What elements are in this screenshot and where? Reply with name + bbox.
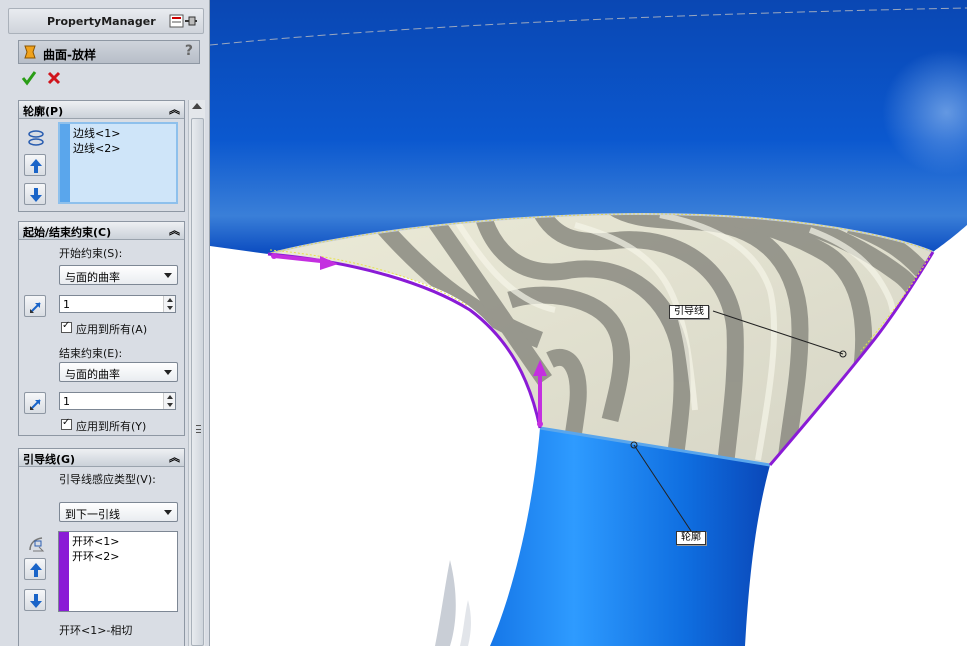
guide-color-stripe (59, 532, 69, 611)
list-item[interactable]: 开环<1> (72, 534, 119, 549)
constraints-group-header[interactable]: 起始/结束约束(C) ︽ (19, 222, 184, 240)
chevron-down-icon (164, 273, 172, 278)
guide-curve-icon (24, 532, 46, 554)
profiles-list[interactable]: 边线<1> 边线<2> (58, 122, 178, 204)
graphics-viewport[interactable]: 引导线 轮廓 (210, 0, 967, 646)
start-apply-all-checkbox[interactable] (61, 320, 72, 333)
start-tangent-length-value: 1 (63, 298, 70, 311)
move-down-button[interactable] (24, 183, 46, 205)
end-constraint-value: 与面的曲率 (65, 368, 120, 381)
guide-curves-list[interactable]: 开环<1> 开环<2> (58, 531, 178, 612)
guide-influence-select[interactable]: 到下一引线 (59, 502, 178, 522)
property-manager-header: PropertyManager (8, 8, 204, 34)
lower-neck-face[interactable] (490, 428, 770, 646)
start-apply-all-label: 应用到所有(A) (76, 323, 148, 336)
end-constraint-select[interactable]: 与面的曲率 (59, 362, 178, 382)
guide-influence-value: 到下一引线 (65, 508, 120, 521)
scrollbar-thumb[interactable] (191, 118, 204, 646)
move-up-button[interactable] (24, 154, 46, 176)
end-tangent-length-value: 1 (63, 395, 70, 408)
end-apply-all-checkbox[interactable] (61, 417, 72, 430)
profiles-group-header[interactable]: 轮廓(P) ︽ (19, 101, 184, 119)
chevron-down-icon (164, 370, 172, 375)
collapse-chevron-icon[interactable]: ︽ (169, 101, 180, 119)
profile-callout[interactable]: 轮廓 (676, 531, 706, 545)
list-item[interactable]: 边线<1> (73, 126, 120, 141)
spinner-arrows-icon[interactable] (163, 393, 175, 409)
reverse-direction-button[interactable] (24, 392, 46, 414)
start-constraint-select[interactable]: 与面的曲率 (59, 265, 178, 285)
guide-curve-callout[interactable]: 引导线 (669, 305, 709, 319)
start-constraint-label: 开始约束(S): (59, 247, 123, 260)
end-apply-all-label: 应用到所有(Y) (76, 420, 147, 433)
help-icon[interactable]: ? (185, 43, 193, 59)
chevron-down-icon (164, 510, 172, 515)
selected-guide-label: 开环<1>-相切 (59, 624, 133, 637)
constraints-group-title: 起始/结束约束(C) (23, 226, 112, 239)
move-down-button[interactable] (24, 589, 46, 611)
profiles-group-title: 轮廓(P) (23, 105, 64, 118)
end-tangent-length-input[interactable]: 1 (59, 392, 176, 410)
collapse-chevron-icon[interactable]: ︽ (169, 449, 180, 467)
feature-title-bar: 曲面-放样 ? (18, 40, 200, 64)
profile-color-stripe (60, 124, 70, 202)
cancel-button[interactable] (46, 70, 62, 86)
loft-surface-icon (23, 45, 37, 59)
profile-icon (24, 126, 46, 148)
property-manager-panel: PropertyManager 曲面-放样 ? 轮廓(P) ︽ 边线<1> 边线… (0, 0, 210, 646)
scroll-up-arrow-icon[interactable] (192, 103, 202, 109)
property-manager-title: PropertyManager (47, 15, 156, 28)
model-view (210, 0, 967, 646)
list-item[interactable]: 开环<2> (72, 549, 119, 564)
guide-curves-group-header[interactable]: 引导线(G) ︽ (19, 449, 184, 467)
pin-icon[interactable] (169, 14, 199, 29)
start-tangent-length-input[interactable]: 1 (59, 295, 176, 313)
reverse-direction-button[interactable] (24, 295, 46, 317)
feature-title: 曲面-放样 (43, 48, 96, 62)
move-up-button[interactable] (24, 558, 46, 580)
guide-influence-label: 引导线感应类型(V): (59, 473, 156, 486)
panel-scrollbar[interactable] (188, 100, 205, 646)
start-constraint-value: 与面的曲率 (65, 271, 120, 284)
list-item[interactable]: 边线<2> (73, 141, 120, 156)
end-constraint-label: 结束约束(E): (59, 347, 123, 360)
collapse-chevron-icon[interactable]: ︽ (169, 222, 180, 240)
ok-button[interactable] (21, 70, 37, 86)
spinner-arrows-icon[interactable] (163, 296, 175, 312)
guide-curves-group-title: 引导线(G) (23, 453, 76, 466)
